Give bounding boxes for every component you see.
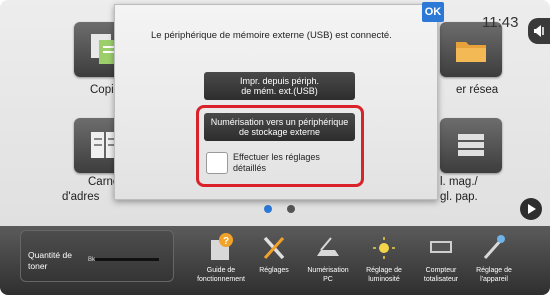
- device-settings-line1: Réglage de: [476, 267, 512, 274]
- scan-network-folder-label: er résea: [456, 84, 499, 96]
- operation-guide-label: Guide de fonctionnement: [193, 266, 249, 284]
- pc-scan-button[interactable]: Numérisation PC: [300, 228, 356, 290]
- counter-icon: [430, 241, 452, 253]
- dialog-message: Le périphérique de mémoire externe (USB)…: [151, 30, 392, 41]
- volume-icon: [534, 25, 544, 37]
- paper-tray-label-line2: gl. pap.: [440, 191, 478, 203]
- toner-label: Quantité de toner: [28, 250, 72, 272]
- address-book-label-line1: Carne: [88, 176, 120, 188]
- paper-tray-label-line1: l. mag./: [440, 176, 478, 188]
- toner-color-code: Bk: [88, 257, 96, 263]
- address-book-label-line2: d'adres: [62, 191, 100, 203]
- paper-tray-settings-tile[interactable]: [440, 118, 502, 173]
- operation-guide-icon: ?: [211, 233, 233, 260]
- pc-scan-line2: PC: [323, 276, 333, 283]
- device-settings-button[interactable]: Réglage de l'appareil: [466, 228, 522, 290]
- scan-to-usb-line2: de stockage externe: [238, 127, 321, 137]
- device-settings-icon: [483, 235, 505, 259]
- next-page-button[interactable]: [520, 198, 542, 220]
- detailed-settings-line2: détaillés: [233, 163, 267, 173]
- total-count-line1: Compteur: [425, 267, 457, 274]
- pc-scan-label: Numérisation PC: [300, 266, 356, 284]
- print-from-usb-line1: Impr. depuis périph.: [239, 75, 320, 86]
- toner-label-line2: toner: [28, 261, 48, 271]
- page-dot-2[interactable]: [287, 205, 295, 213]
- settings-button[interactable]: Réglages: [246, 228, 302, 290]
- pc-scan-line1: Numérisation: [307, 267, 349, 274]
- brightness-button[interactable]: Réglage de luminosité: [356, 228, 412, 290]
- device-settings-label: Réglage de l'appareil: [466, 266, 522, 284]
- ok-button[interactable]: OK: [422, 2, 444, 22]
- settings-line1: Réglages: [259, 267, 289, 274]
- chevron-right-icon: [528, 204, 536, 214]
- folder-icon: [456, 42, 486, 62]
- home-screen: Copie er résea Carne d'adres l. mag./ gl…: [0, 0, 550, 295]
- sun-icon: [373, 237, 395, 259]
- toner-label-line1: Quantité de: [28, 250, 72, 260]
- total-count-line2: totalisateur: [423, 276, 459, 283]
- paper-tray-settings-label: l. mag./ gl. pap.: [440, 175, 478, 205]
- paper-tray-icon: [458, 134, 484, 156]
- scan-to-usb-button[interactable]: Numérisation vers un périphérique de sto…: [204, 113, 355, 141]
- wrench-screwdriver-icon: [263, 236, 285, 260]
- brightness-line1: Réglage de: [366, 267, 402, 274]
- detailed-settings-label: Effectuer les réglages détaillés: [233, 152, 320, 174]
- brightness-label: Réglage de luminosité: [356, 266, 412, 284]
- svg-text:?: ?: [223, 236, 229, 247]
- operation-guide-line1: Guide de: [206, 267, 236, 274]
- address-book-label: Carne d'adres: [62, 175, 120, 205]
- clock: 11:43: [482, 14, 519, 31]
- device-settings-line2: l'appareil: [480, 276, 508, 283]
- total-count-button[interactable]: Compteur totalisateur: [413, 228, 469, 290]
- total-count-label: Compteur totalisateur: [413, 266, 469, 284]
- detailed-settings-checkbox[interactable]: [206, 152, 228, 174]
- scanner-icon: [317, 237, 339, 256]
- toner-level-bar: [95, 258, 159, 261]
- operation-guide-line2: fonctionnement: [197, 276, 245, 283]
- print-from-usb-button[interactable]: Impr. depuis périph. de mém. ext.(USB): [204, 72, 355, 100]
- brightness-line2: luminosité: [368, 276, 400, 283]
- print-from-usb-line2: de mém. ext.(USB): [241, 86, 318, 96]
- operation-guide-button[interactable]: ? Guide de fonctionnement: [193, 228, 249, 290]
- page-dot-1[interactable]: [264, 205, 272, 213]
- settings-label: Réglages: [246, 266, 302, 275]
- scan-to-usb-line1: Numérisation vers un périphérique: [210, 116, 349, 127]
- usb-connected-dialog: Le périphérique de mémoire externe (USB)…: [114, 2, 444, 200]
- side-panel-toggle[interactable]: [528, 18, 550, 44]
- detailed-settings-line1: Effectuer les réglages: [233, 152, 320, 162]
